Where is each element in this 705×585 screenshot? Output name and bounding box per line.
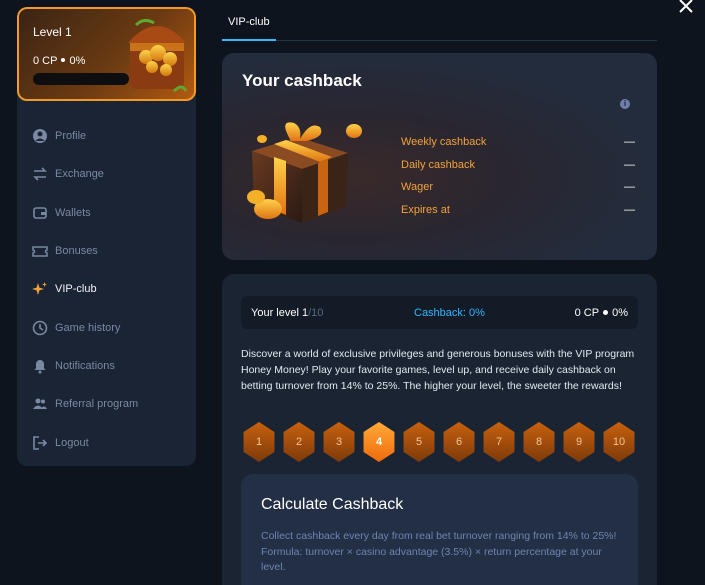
level-hex-9[interactable]: 9 xyxy=(563,422,595,462)
vip-description: Discover a world of exclusive privileges… xyxy=(241,348,635,392)
calculate-cashback-text: Collect cashback every day from real bet… xyxy=(261,530,617,573)
tab-vip-club[interactable]: VIP-club xyxy=(222,16,276,41)
sidebar-item-referral-program[interactable]: Referral program xyxy=(17,385,196,423)
cashback-row-value: — xyxy=(624,158,635,171)
cashback-row-weekly: Weekly cashback — xyxy=(401,131,635,154)
level-hex-6[interactable]: 6 xyxy=(443,422,475,462)
level-percent: 0% xyxy=(69,55,86,67)
current-level: Your level 1/10 xyxy=(251,307,323,319)
cp-value: 0 CP xyxy=(574,307,600,319)
cashback-percent: Cashback: 0% xyxy=(414,307,485,319)
sidebar-item-label: VIP-club xyxy=(55,283,97,296)
cashback-row-label: Weekly cashback xyxy=(401,136,487,149)
level-points: 0 CP 0% xyxy=(33,55,85,67)
gift-box-icon xyxy=(247,122,362,223)
level-hex-2[interactable]: 2 xyxy=(283,422,315,462)
cashback-row-label: Expires at xyxy=(401,203,450,216)
sidebar-item-notifications[interactable]: Notifications xyxy=(17,347,196,385)
level-selector: 1 2 3 4 5 6 7 8 9 10 xyxy=(241,422,641,462)
treasure-chest-icon xyxy=(128,18,188,93)
sidebar-item-vip-club[interactable]: VIP-club xyxy=(17,270,196,308)
level-cp-value: 0 CP xyxy=(33,55,58,67)
user-icon xyxy=(31,127,49,145)
level-hex-1[interactable]: 1 xyxy=(243,422,275,462)
wallet-icon xyxy=(31,204,49,222)
level-hex-8[interactable]: 8 xyxy=(523,422,555,462)
sidebar-item-exchange[interactable]: Exchange xyxy=(17,155,196,193)
clock-icon xyxy=(31,319,49,337)
sidebar: Level 1 0 CP 0% Profile Exchange Wallets… xyxy=(17,7,196,466)
bell-icon xyxy=(31,357,49,375)
cashback-row-wager: Wager — xyxy=(401,176,635,199)
cashback-row-label: Daily cashback xyxy=(401,158,475,171)
cashback-card: Your cashback i Weekly cashback — Daily … xyxy=(222,53,657,260)
sidebar-item-game-history[interactable]: Game history xyxy=(17,308,196,346)
level-label: Your level xyxy=(251,307,299,319)
level-status-strip: Your level 1/10 Cashback: 0% 0 CP 0% xyxy=(241,296,638,329)
level-hex-3[interactable]: 3 xyxy=(323,422,355,462)
cashback-row-daily: Daily cashback — xyxy=(401,154,635,177)
level-progress-bar xyxy=(33,73,129,85)
vip-level-panel: Your level 1/10 Cashback: 0% 0 CP 0% Disc… xyxy=(222,274,657,585)
level-hex-10[interactable]: 10 xyxy=(603,422,635,462)
level-hex-7[interactable]: 7 xyxy=(483,422,515,462)
cp-percent: 0% xyxy=(612,307,628,319)
tab-bar: VIP-club xyxy=(222,8,657,41)
sidebar-item-profile[interactable]: Profile xyxy=(17,117,196,155)
cashback-row-value: — xyxy=(624,181,635,194)
sparkle-icon xyxy=(31,280,49,298)
cashback-rows: Weekly cashback — Daily cashback — Wager… xyxy=(401,131,635,221)
cashback-row-label: Wager xyxy=(401,181,433,194)
sidebar-item-bonuses[interactable]: Bonuses xyxy=(17,232,196,270)
logout-icon xyxy=(31,434,49,452)
sidebar-item-label: Logout xyxy=(55,436,89,449)
level-hex-4[interactable]: 4 xyxy=(363,422,395,462)
sidebar-item-label: Profile xyxy=(55,130,87,143)
cp-progress: 0 CP 0% xyxy=(575,307,628,319)
cashback-row-expires: Expires at — xyxy=(401,199,635,222)
sidebar-item-label: Referral program xyxy=(55,398,139,411)
sidebar-item-label: Bonuses xyxy=(55,245,98,258)
exchange-icon xyxy=(31,165,49,183)
ticket-icon xyxy=(31,242,49,260)
level-card[interactable]: Level 1 0 CP 0% xyxy=(17,7,196,101)
sidebar-item-logout[interactable]: Logout xyxy=(17,423,196,461)
sidebar-item-label: Wallets xyxy=(55,206,91,219)
calculate-cashback-card: Calculate Cashback Collect cashback ever… xyxy=(241,474,638,585)
cashback-row-value: — xyxy=(624,203,635,216)
close-icon[interactable] xyxy=(676,0,696,19)
users-icon xyxy=(31,395,49,413)
level-total: /10 xyxy=(308,307,324,319)
sidebar-item-label: Exchange xyxy=(55,168,104,181)
sidebar-item-label: Game history xyxy=(55,321,121,334)
calculate-cashback-title: Calculate Cashback xyxy=(261,496,404,513)
info-icon[interactable]: i xyxy=(620,99,630,109)
level-hex-5[interactable]: 5 xyxy=(403,422,435,462)
sidebar-item-wallets[interactable]: Wallets xyxy=(17,194,196,232)
level-title: Level 1 xyxy=(33,25,72,39)
sidebar-item-label: Notifications xyxy=(55,359,115,372)
cashback-title: Your cashback xyxy=(242,71,362,90)
sidebar-nav: Profile Exchange Wallets Bonuses VIP-clu… xyxy=(17,117,196,462)
cashback-row-value: — xyxy=(624,136,635,149)
